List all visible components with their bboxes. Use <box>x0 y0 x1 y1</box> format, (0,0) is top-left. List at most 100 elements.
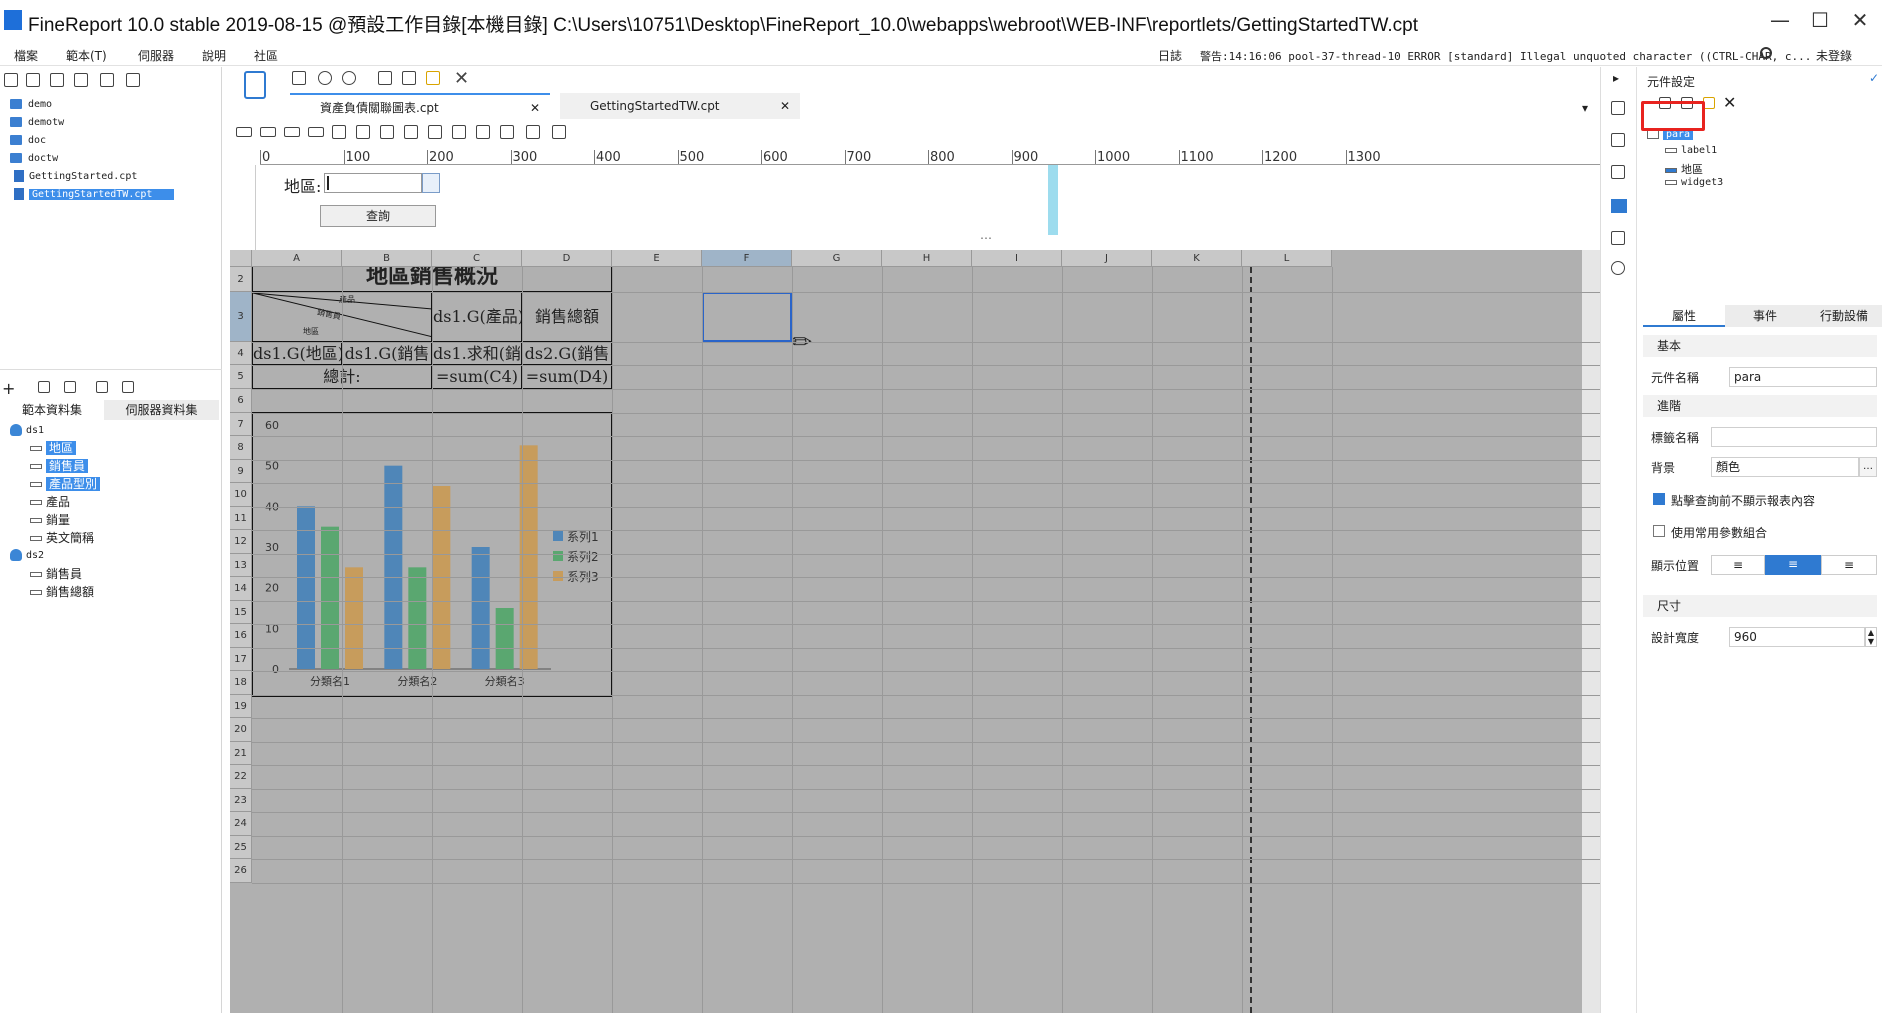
save-icon[interactable] <box>292 71 306 85</box>
cell-c3[interactable]: ds1.G(產品) <box>432 292 522 342</box>
close-button[interactable]: ✕ <box>1840 8 1880 34</box>
combo-dropdown-icon[interactable] <box>422 173 440 193</box>
menu-server[interactable]: 伺服器 <box>138 47 174 64</box>
widget-checkbox-icon[interactable] <box>428 125 442 139</box>
dataset-field[interactable]: 產品 <box>30 494 70 510</box>
dataset-field[interactable]: 銷售員 <box>30 458 89 474</box>
row-header[interactable]: 18 <box>230 671 252 695</box>
cell-b4[interactable]: ds1.G(銷售 <box>342 342 432 365</box>
login-label[interactable]: 未登錄 <box>1816 47 1852 64</box>
column-header[interactable]: C <box>432 250 522 267</box>
row-header[interactable]: 23 <box>230 788 252 812</box>
log-label[interactable]: 日誌 <box>1158 47 1182 64</box>
splitter-handle[interactable]: ⋯ <box>980 231 992 245</box>
row-header[interactable]: 26 <box>230 859 252 883</box>
tab-template-1[interactable]: 資產負債關聯圖表.cpt ✕ <box>290 93 550 119</box>
tab-mobile[interactable]: 行動設備 <box>1805 305 1882 327</box>
edit-icon[interactable]: ✓ <box>1869 71 1879 85</box>
widget-tree-icon[interactable] <box>476 125 490 139</box>
preview-icon[interactable] <box>96 381 108 393</box>
refresh-icon[interactable] <box>4 73 18 87</box>
column-header[interactable]: H <box>882 250 972 267</box>
report-sheet[interactable]: 地區銷售概況 產品 銷售員 地區 ds1.G(產品) 銷售總額 ds1.G(地區… <box>230 250 1600 1013</box>
align-left-button[interactable]: ≡ <box>1711 555 1765 575</box>
bg-more-button[interactable]: … <box>1859 457 1877 477</box>
redo-icon[interactable] <box>342 71 356 85</box>
widget-number-icon[interactable] <box>380 125 394 139</box>
add-dataset-icon[interactable]: + <box>2 379 15 398</box>
close-tab-icon[interactable]: ✕ <box>530 95 540 121</box>
row-header[interactable]: 8 <box>230 436 252 460</box>
cut-icon[interactable] <box>378 71 392 85</box>
file-tree-item[interactable]: demotw <box>10 115 64 131</box>
row-header[interactable]: 16 <box>230 624 252 648</box>
row-header[interactable]: 2 <box>230 267 252 292</box>
dataset-field[interactable]: 銷售員 <box>30 566 82 582</box>
row-header[interactable]: 6 <box>230 389 252 413</box>
widget-list-icon[interactable] <box>404 125 418 139</box>
file-tree-item[interactable]: doc <box>10 133 46 149</box>
align-center-button[interactable]: ≡ <box>1765 555 1821 575</box>
name-input[interactable]: para <box>1729 367 1877 387</box>
widget-radio-icon[interactable] <box>452 125 466 139</box>
file-tree-item-selected[interactable]: GettingStartedTW.cpt <box>14 187 175 203</box>
delete-icon[interactable]: ✕ <box>454 68 469 89</box>
widget-textbox-icon[interactable] <box>260 127 276 137</box>
width-spinner[interactable]: ▲ ▼ <box>1865 627 1877 647</box>
section-advanced[interactable]: 進階 <box>1643 395 1877 417</box>
row-header[interactable]: 5 <box>230 365 252 389</box>
widget-date-icon[interactable] <box>332 125 346 139</box>
search-icon[interactable] <box>1760 47 1772 59</box>
undo-icon[interactable] <box>318 71 332 85</box>
column-header[interactable]: G <box>792 250 882 267</box>
bg-select[interactable]: 顏色 <box>1711 457 1859 477</box>
open-icon[interactable] <box>74 73 88 87</box>
row-header[interactable]: 10 <box>230 483 252 507</box>
collapse-icon[interactable]: ▸ <box>1613 71 1619 85</box>
cell-d5[interactable]: =sum(D4) <box>522 365 612 389</box>
column-header[interactable]: D <box>522 250 612 267</box>
new-folder-icon[interactable] <box>50 73 64 87</box>
maximize-button[interactable]: ☐ <box>1800 8 1840 34</box>
row-header[interactable]: 9 <box>230 459 252 483</box>
chk-hide-before-query[interactable] <box>1653 493 1665 505</box>
width-boundary-marker[interactable] <box>1048 165 1058 235</box>
dataset-ds2[interactable]: ds2 <box>10 548 44 564</box>
widget-label-icon[interactable] <box>236 127 252 137</box>
selected-cell-f3[interactable] <box>702 292 792 342</box>
cell-a4[interactable]: ds1.G(地區) <box>252 342 342 365</box>
menu-file[interactable]: 檔案 <box>14 47 38 64</box>
tree-node-widget3[interactable]: widget3 <box>1665 177 1723 188</box>
section-basic[interactable]: 基本 <box>1643 335 1877 357</box>
section-size[interactable]: 尺寸 <box>1643 595 1877 617</box>
cell-c4[interactable]: ds1.求和(銷 <box>432 342 522 365</box>
widget-settings-icon[interactable] <box>1611 199 1627 213</box>
dataset-field[interactable]: 銷量 <box>30 512 70 528</box>
edit-icon[interactable] <box>38 381 50 393</box>
cell-d3[interactable]: 銷售總額 <box>522 292 612 342</box>
cell-attr-icon[interactable] <box>1611 101 1625 115</box>
delete-icon[interactable] <box>100 73 114 87</box>
region-combo[interactable] <box>324 173 422 193</box>
dataset-property-icon[interactable] <box>122 381 134 393</box>
column-header[interactable]: I <box>972 250 1062 267</box>
template-icon[interactable] <box>26 73 40 87</box>
widget-multi-icon[interactable] <box>500 125 514 139</box>
dataset-field[interactable]: 產品型別 <box>30 476 101 492</box>
column-header[interactable]: K <box>1152 250 1242 267</box>
tab-properties[interactable]: 屬性 <box>1643 305 1725 327</box>
hyperlink-icon[interactable] <box>1611 261 1625 275</box>
align-right-button[interactable]: ≡ <box>1821 555 1877 575</box>
menu-template[interactable]: 範本(T) <box>66 47 107 64</box>
cell-element-icon[interactable] <box>1611 133 1625 147</box>
file-tree-item[interactable]: GettingStarted.cpt <box>14 169 137 185</box>
file-tree-item[interactable]: demo <box>10 97 52 113</box>
widget-more-icon[interactable] <box>552 125 566 139</box>
chk-use-param-combo[interactable] <box>1653 525 1665 537</box>
copy-icon[interactable] <box>402 71 416 85</box>
row-header[interactable]: 25 <box>230 835 252 859</box>
row-header[interactable]: 3 <box>230 292 252 342</box>
float-element-icon[interactable] <box>1611 165 1625 179</box>
tab-list-icon[interactable]: ▾ <box>1582 101 1588 115</box>
tag-input[interactable] <box>1711 427 1877 447</box>
